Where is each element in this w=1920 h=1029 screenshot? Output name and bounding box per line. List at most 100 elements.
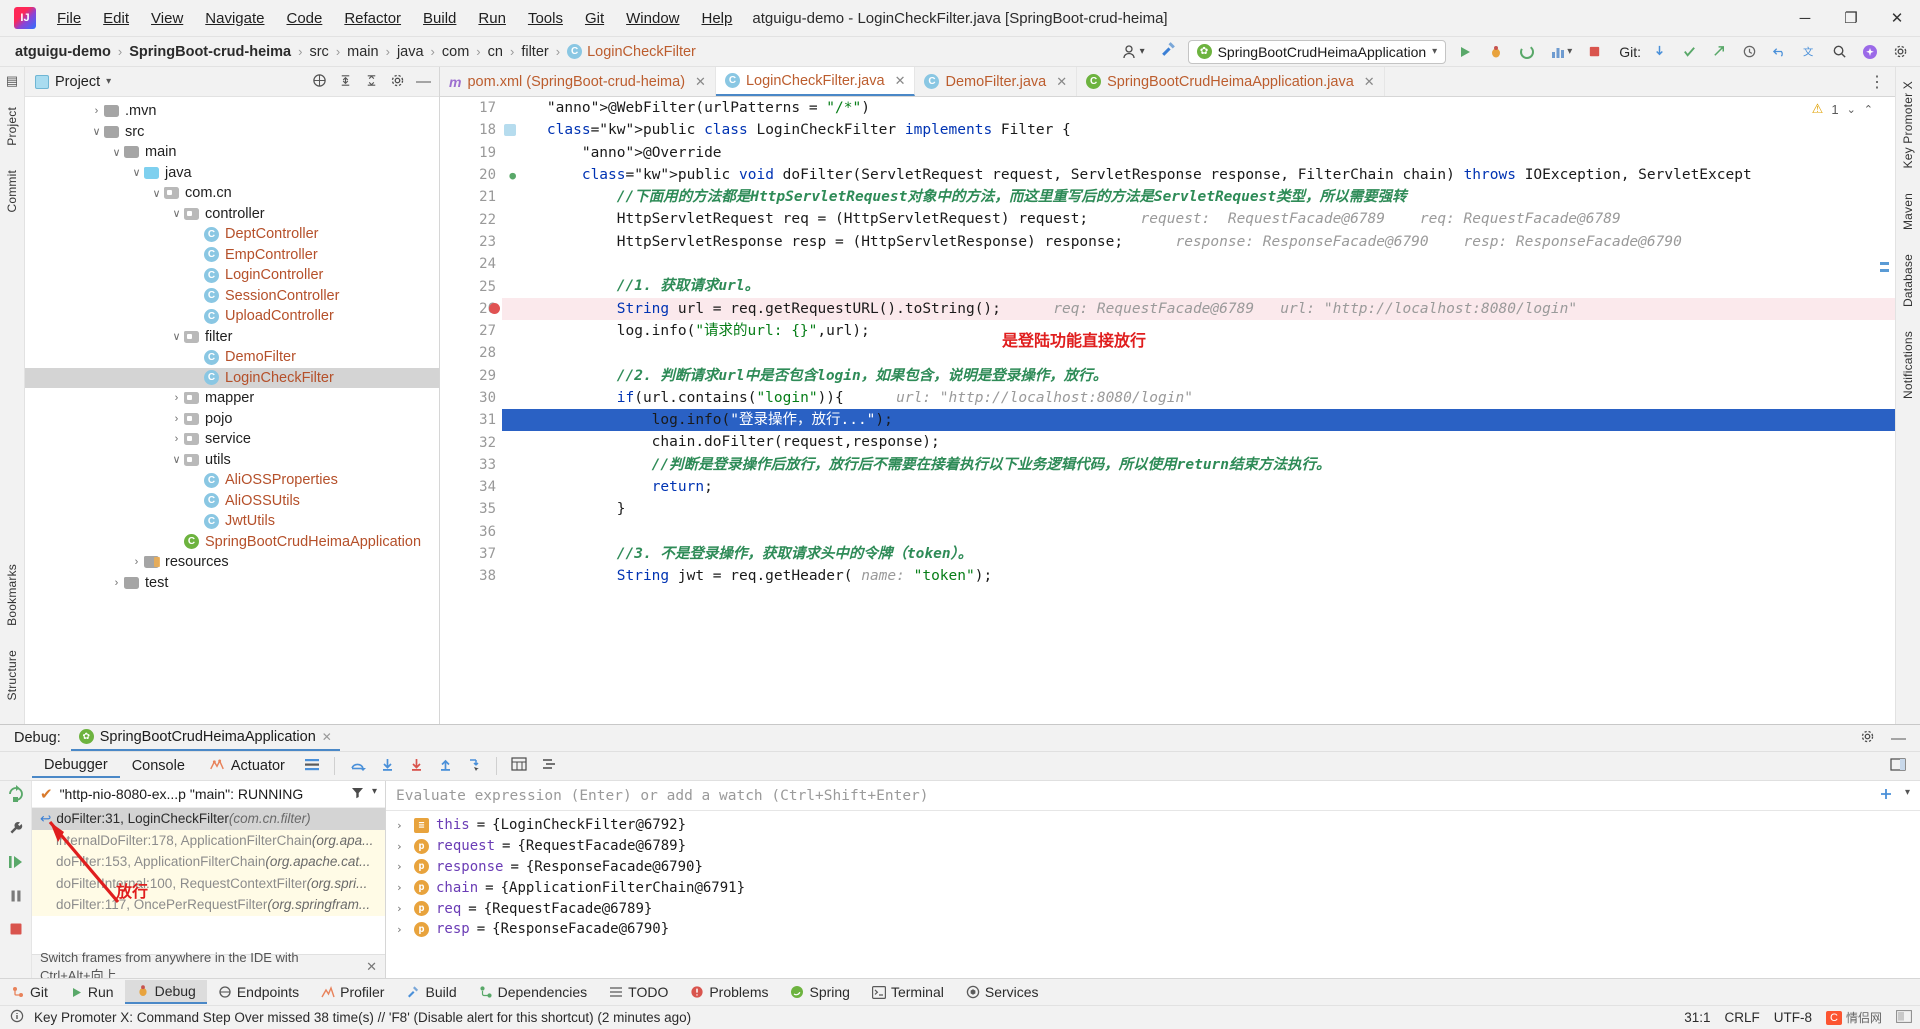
step-over-icon[interactable] [342, 755, 373, 778]
menu-item-file[interactable]: File [46, 6, 92, 31]
chevron-down-icon[interactable]: ∨ [149, 187, 164, 200]
tree-node-java[interactable]: ∨ java [25, 163, 439, 184]
tab-demofilter-java[interactable]: C DemoFilter.java ✕ [915, 67, 1078, 96]
project-rail-icon[interactable]: ▤ [6, 73, 18, 89]
rerun-icon[interactable] [7, 785, 25, 807]
close-icon[interactable]: ✕ [1056, 74, 1067, 90]
code-line-18[interactable]: class="kw">public class LoginCheckFilter… [502, 119, 1895, 141]
file-encoding[interactable]: UTF-8 [1774, 1010, 1812, 1025]
tree-node-pojo[interactable]: › pojo [25, 409, 439, 430]
code-line-28[interactable] [502, 342, 1895, 364]
memory-indicator[interactable] [1896, 1009, 1912, 1026]
close-icon[interactable]: ✕ [895, 73, 906, 89]
step-into-icon[interactable] [373, 755, 402, 778]
bottom-item-build[interactable]: Build [395, 981, 467, 1003]
tab-springbootcrudheimaapplication-java[interactable]: C SpringBootCrudHeimaApplication.java ✕ [1077, 67, 1385, 96]
debug-tab-console[interactable]: Console [120, 755, 197, 777]
rail-item-commit[interactable]: Commit [3, 162, 21, 221]
stack-frame-1[interactable]: internalDoFilter:178, ApplicationFilterC… [32, 829, 385, 851]
settings-gear-icon[interactable] [1889, 42, 1912, 61]
code-line-17[interactable]: "anno">@WebFilter(urlPatterns = "/*") [502, 97, 1895, 119]
bottom-item-profiler[interactable]: Profiler [310, 981, 395, 1003]
menu-item-tools[interactable]: Tools [517, 6, 574, 31]
thread-selector[interactable]: ✔ "http-nio-8080-ex...p "main": RUNNING … [32, 781, 385, 808]
variable-row-req[interactable]: › p req = {RequestFacade@6789} [386, 898, 1920, 919]
gutter-line-34[interactable]: 34 [440, 476, 502, 498]
bottom-item-git[interactable]: Git [0, 981, 59, 1003]
inspection-chevron-icon[interactable]: ⌄ [1847, 103, 1856, 116]
tab-logincheckfilter-java[interactable]: C LoginCheckFilter.java ✕ [715, 67, 916, 96]
breadcrumb-item-5[interactable]: com [439, 42, 472, 62]
debug-session-tab[interactable]: ✿ SpringBootCrudHeimaApplication ✕ [70, 726, 340, 751]
chevron-right-icon[interactable]: › [396, 840, 407, 853]
gutter-line-21[interactable]: 21 [440, 186, 502, 208]
hide-panel-icon[interactable]: — [416, 74, 431, 89]
code-line-35[interactable]: } [502, 498, 1895, 520]
chevron-down-icon[interactable]: ∨ [129, 166, 144, 179]
project-settings-gear-icon[interactable] [390, 73, 405, 91]
project-tree[interactable]: › .mvn ∨ src ∨ main ∨ java ∨ com.cn ∨ controller C De… [25, 97, 439, 724]
chevron-right-icon[interactable]: › [396, 819, 407, 832]
code-line-33[interactable]: //判断是登录操作后放行，放行后不需要在接着执行以下业务逻辑代码，所以使用ret… [502, 454, 1895, 476]
tree-node-com-cn[interactable]: ∨ com.cn [25, 183, 439, 204]
debug-settings-gear-icon[interactable] [1860, 729, 1875, 748]
breadcrumb-item-2[interactable]: src [306, 42, 331, 62]
tree-node-deptcontroller[interactable]: C DeptController [25, 224, 439, 245]
chevron-right-icon[interactable]: › [396, 902, 407, 915]
git-history-icon[interactable] [1738, 42, 1761, 61]
code-line-24[interactable] [502, 253, 1895, 275]
menu-item-navigate[interactable]: Navigate [194, 6, 275, 31]
gutter-line-19[interactable]: 19 [440, 142, 502, 164]
run-configuration-selector[interactable]: ✿ SpringBootCrudHeimaApplication ▾ [1187, 39, 1447, 64]
stop-program-icon[interactable] [8, 921, 24, 941]
chevron-right-icon[interactable]: › [169, 413, 184, 425]
menu-item-code[interactable]: Code [275, 6, 333, 31]
status-info-icon[interactable] [10, 1009, 24, 1026]
editor-gutter[interactable]: 17 18 19 20 ● 21 22 23 24 25 26 27 28 29 30 31 32 33 34 35 3… [440, 97, 516, 724]
close-icon[interactable]: ✕ [366, 959, 377, 975]
breadcrumb-item-7[interactable]: filter [518, 42, 551, 62]
gutter-line-36[interactable]: 36 [440, 521, 502, 543]
debug-tab-debugger[interactable]: Debugger [32, 754, 120, 778]
breakpoint-icon[interactable] [489, 303, 500, 315]
code-editor[interactable]: 17 18 19 20 ● 21 22 23 24 25 26 27 28 29 30 31 32 33 34 35 3… [440, 97, 1895, 724]
user-account-icon[interactable]: ▾ [1118, 42, 1149, 62]
undo-icon[interactable] [1768, 42, 1791, 61]
menu-bar[interactable]: File Edit View Navigate Code Refactor Bu… [46, 6, 743, 31]
stop-button[interactable] [1583, 42, 1606, 61]
tree-node-mapper[interactable]: › mapper [25, 388, 439, 409]
close-icon[interactable]: ✕ [1364, 74, 1375, 90]
code-line-26[interactable]: String url = req.getRequestURL().toStrin… [502, 297, 1895, 320]
caret-position[interactable]: 31:1 [1684, 1010, 1710, 1025]
menu-item-git[interactable]: Git [574, 6, 615, 31]
chevron-right-icon[interactable]: › [89, 105, 104, 117]
tree-node-uploadcontroller[interactable]: C UploadController [25, 306, 439, 327]
gutter-line-29[interactable]: 29 [440, 365, 502, 387]
git-push-icon[interactable] [1708, 42, 1731, 61]
variable-row-request[interactable]: › p request = {RequestFacade@6789} [386, 836, 1920, 857]
resume-program-icon[interactable] [7, 853, 25, 875]
tree-node-test[interactable]: › test [25, 573, 439, 594]
chevron-down-icon[interactable]: ∨ [169, 207, 184, 220]
search-icon[interactable] [1828, 42, 1851, 61]
ai-assistant-icon[interactable] [1858, 42, 1882, 62]
tree-node-aliossutils[interactable]: C AliOSSUtils [25, 491, 439, 512]
hide-debug-panel-icon[interactable]: — [1891, 731, 1906, 746]
chevron-right-icon[interactable]: › [396, 923, 407, 936]
breadcrumb-item-3[interactable]: main [344, 42, 381, 62]
chevron-down-icon[interactable]: ∨ [109, 146, 124, 159]
bottom-item-todo[interactable]: TODO [598, 981, 679, 1003]
stack-frame-2[interactable]: doFilter:153, ApplicationFilterChain (or… [32, 851, 385, 873]
maximize-button[interactable]: ❐ [1828, 0, 1874, 36]
tree-node-empcontroller[interactable]: C EmpController [25, 245, 439, 266]
editor-code-lines[interactable]: 是登陆功能直接放行 ⚠ 1 ⌄ ⌃ "anno">@WebFilter(urlP… [502, 97, 1895, 724]
gutter-line-28[interactable]: 28 [440, 342, 502, 364]
code-line-38[interactable]: String jwt = req.getHeader( name: "token… [502, 565, 1895, 587]
profile-button[interactable]: ▾ [1546, 42, 1576, 62]
debug-tab-actuator[interactable]: Actuator [197, 755, 297, 778]
tree-node-filter[interactable]: ∨ filter [25, 327, 439, 348]
menu-item-help[interactable]: Help [691, 6, 744, 31]
chevron-down-icon[interactable]: ▾ [372, 786, 377, 802]
code-line-31[interactable]: log.info("登录操作，放行..."); [502, 409, 1895, 432]
code-line-27[interactable]: log.info("请求的url: {}",url); [502, 320, 1895, 342]
